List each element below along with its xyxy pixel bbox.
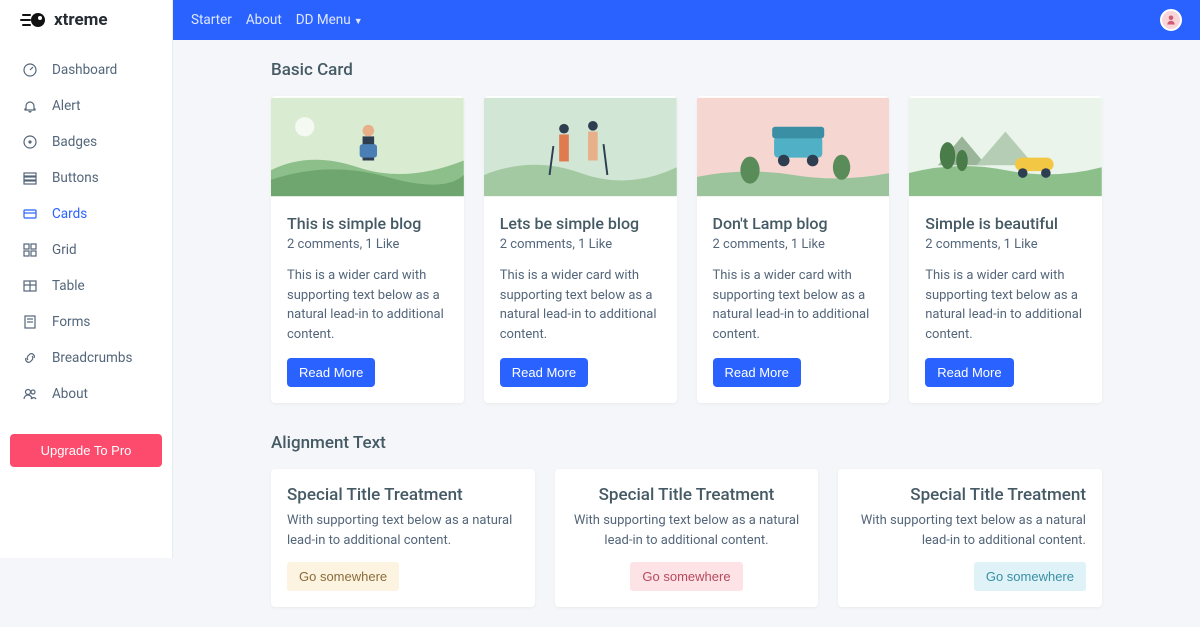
card-text: This is a wider card with supporting tex…: [287, 266, 448, 344]
sidebar-item-about[interactable]: About: [0, 376, 172, 412]
read-more-button[interactable]: Read More: [287, 358, 375, 387]
card-title: Don't Lamp blog: [713, 214, 874, 233]
alignment-card-center: Special Title Treatment With supporting …: [555, 469, 819, 607]
go-somewhere-button[interactable]: Go somewhere: [287, 562, 399, 591]
topnav-ddmenu[interactable]: DD Menu▼: [296, 12, 363, 28]
alignment-card-row: Special Title Treatment With supporting …: [271, 469, 1102, 607]
sidebar-item-label: About: [52, 386, 88, 402]
card-illustration: [271, 96, 464, 198]
card-icon: [22, 206, 38, 222]
blog-card: This is simple blog 2 comments, 1 Like T…: [271, 96, 464, 403]
read-more-button[interactable]: Read More: [713, 358, 801, 387]
sidebar-item-label: Breadcrumbs: [52, 350, 132, 366]
brand-logo[interactable]: xtreme: [0, 0, 172, 40]
sidebar-item-label: Table: [52, 278, 85, 294]
sidebar-item-label: Badges: [52, 134, 97, 150]
section-title-basic-card: Basic Card: [271, 60, 1102, 80]
card-illustration: [484, 96, 677, 198]
sidebar-item-label: Cards: [52, 206, 87, 222]
read-more-button[interactable]: Read More: [925, 358, 1013, 387]
basic-card-row: This is simple blog 2 comments, 1 Like T…: [271, 96, 1102, 403]
go-somewhere-button[interactable]: Go somewhere: [630, 562, 742, 591]
card-text: With supporting text below as a natural …: [571, 511, 803, 550]
sidebar-item-label: Forms: [52, 314, 90, 330]
card-meta: 2 comments, 1 Like: [925, 237, 1086, 252]
sidebar-item-alert[interactable]: Alert: [0, 88, 172, 124]
sidebar-item-forms[interactable]: Forms: [0, 304, 172, 340]
sidebar-item-breadcrumbs[interactable]: Breadcrumbs: [0, 340, 172, 376]
card-title: Simple is beautiful: [925, 214, 1086, 233]
blog-card: Lets be simple blog 2 comments, 1 Like T…: [484, 96, 677, 403]
blog-card: Simple is beautiful 2 comments, 1 Like T…: [909, 96, 1102, 403]
form-icon: [22, 314, 38, 330]
alignment-card-left: Special Title Treatment With supporting …: [271, 469, 535, 607]
card-text: This is a wider card with supporting tex…: [500, 266, 661, 344]
read-more-button[interactable]: Read More: [500, 358, 588, 387]
sidebar-nav: Dashboard Alert Badges Buttons Cards Gri…: [0, 40, 172, 424]
sidebar-item-label: Dashboard: [52, 62, 117, 78]
sidebar-item-badges[interactable]: Badges: [0, 124, 172, 160]
card-title: Special Title Treatment: [854, 485, 1086, 505]
brand-name: xtreme: [54, 10, 108, 30]
card-title: This is simple blog: [287, 214, 448, 233]
card-title: Special Title Treatment: [571, 485, 803, 505]
users-icon: [22, 386, 38, 402]
sidebar: xtreme Dashboard Alert Badges Buttons Ca…: [0, 0, 173, 558]
bell-icon: [22, 98, 38, 114]
topnav-about[interactable]: About: [246, 12, 282, 28]
sidebar-item-cards[interactable]: Cards: [0, 196, 172, 232]
link-icon: [22, 350, 38, 366]
card-text: With supporting text below as a natural …: [287, 511, 519, 550]
sidebar-item-grid[interactable]: Grid: [0, 232, 172, 268]
card-meta: 2 comments, 1 Like: [500, 237, 661, 252]
sidebar-item-buttons[interactable]: Buttons: [0, 160, 172, 196]
main-content: Basic Card This is simple blog 2 comment…: [173, 40, 1200, 627]
stack-icon: [22, 170, 38, 186]
card-meta: 2 comments, 1 Like: [713, 237, 874, 252]
sidebar-item-dashboard[interactable]: Dashboard: [0, 52, 172, 88]
sidebar-item-table[interactable]: Table: [0, 268, 172, 304]
go-somewhere-button[interactable]: Go somewhere: [974, 562, 1086, 591]
table-icon: [22, 278, 38, 294]
sidebar-item-label: Grid: [52, 242, 77, 258]
card-title: Special Title Treatment: [287, 485, 519, 505]
sidebar-item-label: Buttons: [52, 170, 99, 186]
upgrade-button[interactable]: Upgrade To Pro: [10, 434, 162, 467]
card-illustration: [697, 96, 890, 198]
section-title-alignment: Alignment Text: [271, 433, 1102, 453]
topnav-ddmenu-label: DD Menu: [296, 12, 351, 28]
user-avatar[interactable]: [1160, 9, 1182, 31]
topnav-starter[interactable]: Starter: [191, 12, 232, 28]
tag-icon: [22, 134, 38, 150]
grid-icon: [22, 242, 38, 258]
topbar: Starter About DD Menu▼: [173, 0, 1200, 40]
card-illustration: [909, 96, 1102, 198]
card-title: Lets be simple blog: [500, 214, 661, 233]
sidebar-item-label: Alert: [52, 98, 81, 114]
card-text: With supporting text below as a natural …: [854, 511, 1086, 550]
blog-card: Don't Lamp blog 2 comments, 1 Like This …: [697, 96, 890, 403]
gauge-icon: [22, 62, 38, 78]
card-meta: 2 comments, 1 Like: [287, 237, 448, 252]
alignment-card-right: Special Title Treatment With supporting …: [838, 469, 1102, 607]
caret-down-icon: ▼: [354, 17, 363, 27]
card-text: This is a wider card with supporting tex…: [925, 266, 1086, 344]
brand-icon: [20, 11, 46, 29]
card-text: This is a wider card with supporting tex…: [713, 266, 874, 344]
